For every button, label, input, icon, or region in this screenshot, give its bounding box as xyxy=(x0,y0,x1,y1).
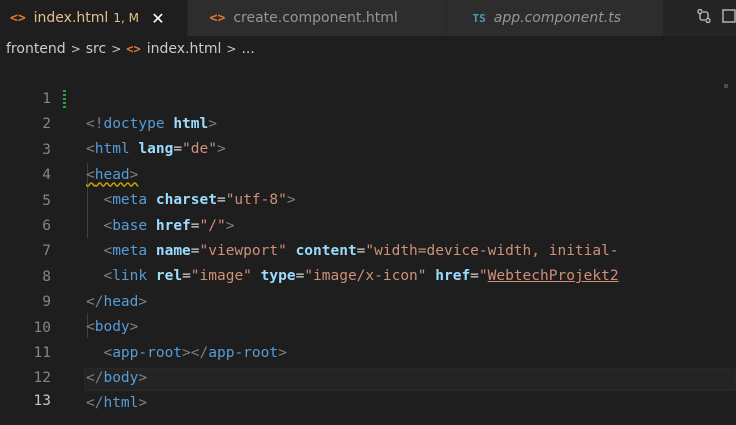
editor-tab-bar: <> index.html 1, M ✕ <> create.component… xyxy=(0,0,736,36)
code-line: 9 <body> xyxy=(0,265,736,335)
breadcrumb: frontend > src > <> index.html > ... xyxy=(0,36,736,62)
html-file-icon: <> xyxy=(10,10,26,26)
code-line: 4 <meta charset="utf-8"> xyxy=(0,138,736,208)
code-line: 10 <app-root></app-root> xyxy=(0,291,736,361)
code-line: 6 <meta name="viewport" content="width=d… xyxy=(0,189,736,259)
tab-label: app.component.ts xyxy=(493,10,622,26)
chevron-right-icon: > xyxy=(70,42,81,56)
close-icon[interactable]: ✕ xyxy=(149,9,167,28)
code-line: 5 <base href="/"> xyxy=(0,164,736,234)
code-text: </html> xyxy=(86,395,148,412)
ts-file-icon: TS xyxy=(472,11,486,25)
breadcrumb-item-src[interactable]: src xyxy=(86,41,106,57)
html-file-icon: <> xyxy=(209,10,226,26)
code-line: 11 </body> xyxy=(0,316,736,386)
code-editor[interactable]: 1 <!doctype html> 2 <html lang="de"> 3 <… xyxy=(0,62,736,425)
breadcrumb-item-index-html[interactable]: index.html xyxy=(147,41,222,57)
code-line: 3 <head> xyxy=(0,113,736,183)
code-line: 2 <html lang="de"> xyxy=(0,87,736,157)
tab-label: create.component.html xyxy=(233,10,398,26)
breadcrumb-item-frontend[interactable]: frontend xyxy=(6,41,66,57)
tab-create-component-html[interactable]: <> create.component.html xyxy=(187,0,447,36)
editor-actions xyxy=(664,0,736,36)
breadcrumb-item-symbols[interactable]: ... xyxy=(241,41,254,57)
split-editor-icon[interactable] xyxy=(722,8,736,28)
code-line: 8 </head> xyxy=(0,240,736,310)
tab-index-html[interactable]: <> index.html 1, M ✕ xyxy=(0,0,188,36)
tab-label: index.html xyxy=(33,10,109,26)
chevron-right-icon: > xyxy=(226,42,237,56)
code-line: 7 <link rel="image" type="image/x-icon" … xyxy=(0,214,736,284)
code-line: 12 </html> xyxy=(0,341,736,411)
compare-changes-icon[interactable] xyxy=(696,8,712,28)
tab-app-component-ts[interactable]: TS app.component.ts xyxy=(446,0,664,36)
code-line: 1 <!doctype html> xyxy=(0,62,736,132)
html-file-icon: <> xyxy=(126,42,141,56)
chevron-right-icon: > xyxy=(111,42,122,56)
tab-status-badge: 1, M xyxy=(113,11,139,25)
line-number: 13 xyxy=(33,392,51,409)
code-line-current: 13 xyxy=(0,367,736,409)
